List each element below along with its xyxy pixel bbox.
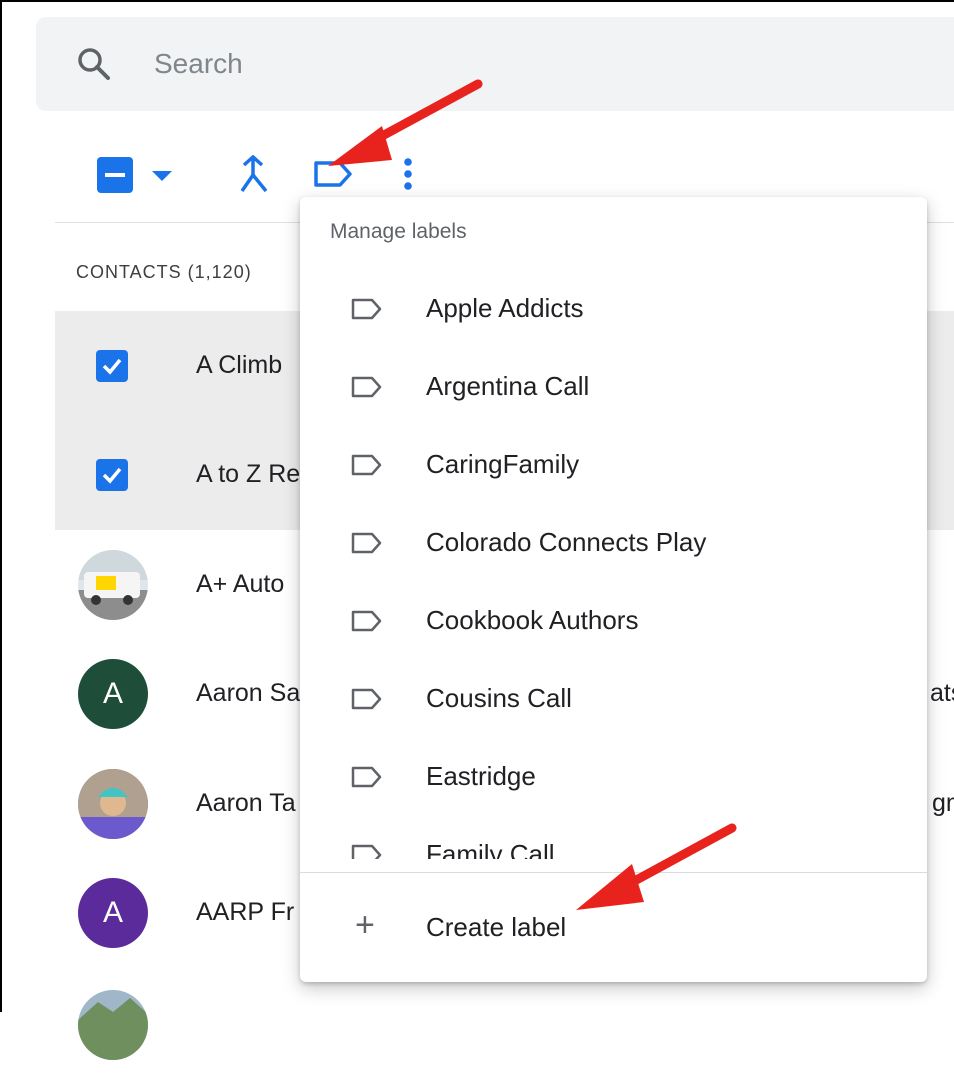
row-checkbox[interactable] <box>96 350 128 382</box>
avatar: A <box>78 878 148 948</box>
label-item[interactable]: CaringFamily <box>300 427 927 505</box>
label-item[interactable]: Argentina Call <box>300 349 927 427</box>
label-item[interactable]: Cookbook Authors <box>300 583 927 661</box>
label-outline-icon <box>351 688 383 715</box>
label-item[interactable]: Family Call <box>300 817 927 859</box>
merge-icon[interactable] <box>238 154 268 198</box>
contact-name: A Climb <box>196 351 283 379</box>
label-outline-icon <box>351 844 383 859</box>
label-item[interactable]: Apple Addicts <box>300 271 927 349</box>
label-name: Cousins Call <box>426 683 572 713</box>
contact-name: AARP Fr <box>196 898 295 926</box>
label-name: Eastridge <box>426 761 536 791</box>
label-icon[interactable] <box>313 160 353 193</box>
manage-labels-menu: Manage labels Apple Addicts Argentina Ca… <box>300 197 927 982</box>
avatar <box>78 550 148 620</box>
label-name: Apple Addicts <box>426 293 584 323</box>
avatar-letter: A <box>102 677 123 710</box>
search-input[interactable] <box>152 40 856 88</box>
label-outline-icon <box>351 454 383 481</box>
label-outline-icon <box>351 376 383 403</box>
menu-divider <box>300 872 927 873</box>
label-name: Colorado Connects Play <box>426 527 707 557</box>
label-list[interactable]: Apple Addicts Argentina Call CaringFamil… <box>300 271 927 859</box>
contact-name: A+ Auto <box>196 570 285 598</box>
avatar <box>78 990 148 1060</box>
label-item[interactable]: Colorado Connects Play <box>300 505 927 583</box>
search-icon[interactable] <box>77 47 111 81</box>
more-vert-icon[interactable] <box>402 157 414 196</box>
label-outline-icon <box>351 766 383 793</box>
row-checkbox[interactable] <box>96 459 128 491</box>
create-label-text: Create label <box>426 912 567 942</box>
avatar-letter: A <box>102 896 123 929</box>
contacts-count-heading: CONTACTS (1,120) <box>76 262 252 282</box>
label-outline-icon <box>351 532 383 559</box>
contact-name: A to Z Re <box>196 460 301 488</box>
label-name: Cookbook Authors <box>426 605 639 635</box>
label-name: Family Call <box>426 839 555 859</box>
create-label-button[interactable]: + Create label <box>300 887 927 965</box>
avatar <box>78 769 148 839</box>
contact-detail: gm <box>932 789 954 817</box>
contact-name: Aaron Ta <box>196 789 296 817</box>
label-name: CaringFamily <box>426 449 580 479</box>
label-outline-icon <box>351 298 383 325</box>
avatar: A <box>78 659 148 729</box>
contact-row[interactable] <box>55 968 954 1078</box>
caret-down-icon[interactable] <box>152 170 172 188</box>
minus-checkbox-icon[interactable] <box>97 157 133 198</box>
label-item[interactable]: Cousins Call <box>300 661 927 739</box>
menu-header: Manage labels <box>330 220 467 243</box>
plus-icon: + <box>355 906 375 944</box>
label-name: Argentina Call <box>426 371 590 401</box>
contact-detail: ats <box>930 679 954 707</box>
contact-name: Aaron Sa <box>196 679 301 707</box>
label-outline-icon <box>351 610 383 637</box>
label-item[interactable]: Eastridge <box>300 739 927 817</box>
